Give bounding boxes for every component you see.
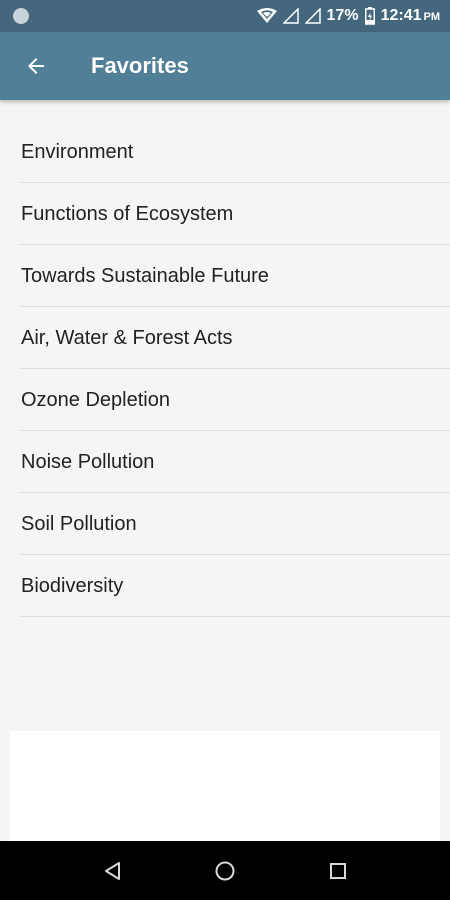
system-nav-bar [0, 841, 450, 900]
signal-icon [304, 8, 321, 24]
list-item[interactable]: Soil Pollution [20, 493, 450, 555]
list-item[interactable]: Biodiversity [20, 555, 450, 617]
list-item[interactable]: Functions of Ecosystem [20, 183, 450, 245]
nav-recents-icon [330, 863, 346, 879]
list-item-label: Environment [21, 141, 134, 163]
battery-icon [364, 7, 375, 25]
battery-percent: 17% [326, 7, 359, 24]
list-item-label: Towards Sustainable Future [21, 265, 269, 287]
signal-icon [282, 8, 299, 24]
nav-home-button[interactable] [205, 855, 245, 887]
list-item-label: Biodiversity [21, 575, 124, 597]
nav-back-button[interactable] [93, 855, 133, 887]
list-item[interactable]: Noise Pollution [20, 431, 450, 493]
ad-banner[interactable] [10, 731, 440, 841]
nav-recents-button[interactable] [318, 855, 358, 887]
list-item[interactable]: Air, Water & Forest Acts [20, 307, 450, 369]
screen: 17% 12:41 PM Favorites Environment Funct… [0, 0, 450, 900]
list-item[interactable]: Environment [20, 121, 450, 183]
notification-dot-icon [13, 8, 29, 24]
favorites-list: Environment Functions of Ecosystem Towar… [0, 121, 450, 617]
clock: 12:41 PM [381, 7, 440, 25]
nav-back-icon [105, 862, 120, 880]
list-item-label: Noise Pollution [21, 451, 155, 473]
nav-home-icon [215, 861, 235, 881]
app-bar: Favorites [0, 32, 450, 100]
list-item-label: Soil Pollution [21, 513, 137, 535]
list-item-label: Functions of Ecosystem [21, 203, 234, 225]
clock-ampm: PM [423, 11, 441, 23]
list-item[interactable]: Towards Sustainable Future [20, 245, 450, 307]
list-item-label: Air, Water & Forest Acts [21, 327, 233, 349]
status-bar: 17% 12:41 PM [0, 0, 450, 32]
back-button[interactable] [16, 50, 56, 82]
list-item[interactable]: Ozone Depletion [20, 369, 450, 431]
clock-time: 12:41 [380, 7, 422, 24]
status-icons: 17% 12:41 PM [256, 0, 440, 32]
wifi-icon [256, 8, 277, 24]
page-title: Favorites [91, 53, 189, 78]
arrow-left-icon [28, 58, 44, 74]
list-item-label: Ozone Depletion [21, 389, 170, 411]
